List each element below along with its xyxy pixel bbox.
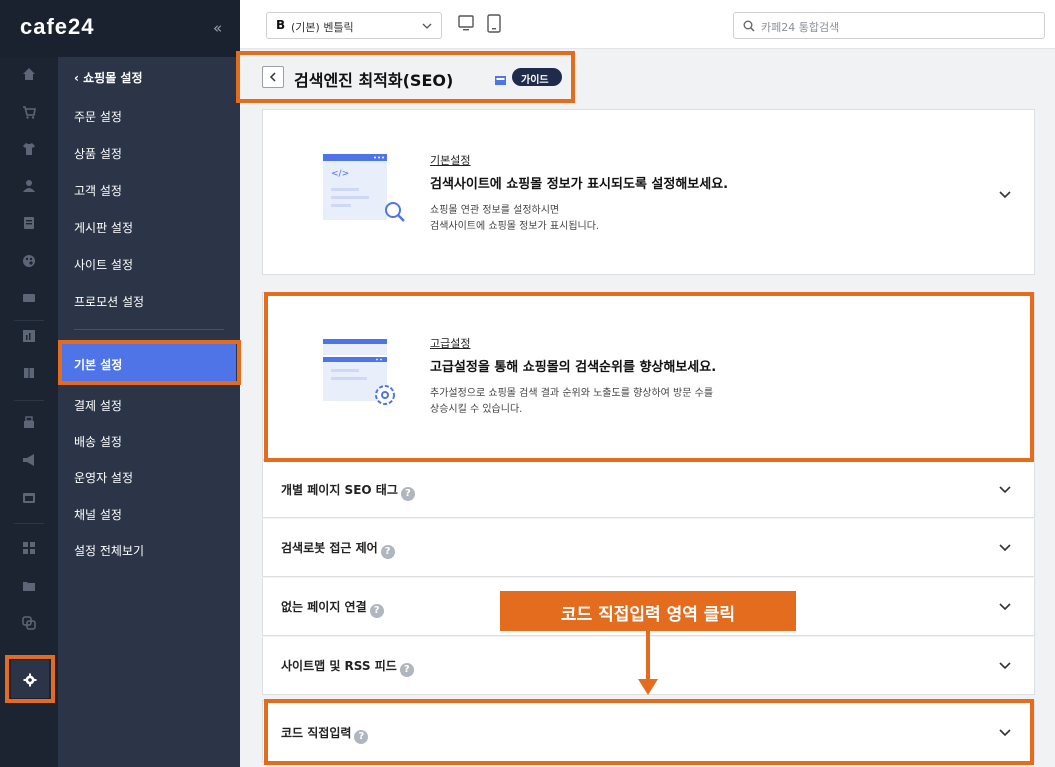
nav-item[interactable]: 주문 설정 [74, 108, 122, 125]
chevron-left-icon [269, 72, 276, 82]
accordion-row-robots[interactable]: 검색로봇 접근 제어? [262, 519, 1035, 577]
nav-item[interactable]: 게시판 설정 [74, 219, 133, 236]
advanced-settings-card[interactable]: 고급설정 고급설정을 통해 쇼핑몰의 검색순위를 향상해보세요. 추가설정으로 … [262, 292, 1035, 460]
accordion-row-code-input[interactable]: 코드 직접입력? [262, 700, 1035, 762]
callout-banner: 코드 직접입력 영역 클릭 [500, 591, 796, 631]
accordion-row-seo-tags[interactable]: 개별 페이지 SEO 태그? [262, 460, 1035, 518]
icon-rail [0, 0, 58, 767]
back-to-shop-settings[interactable]: ‹ 쇼핑몰 설정 [74, 69, 143, 86]
seo-code-illustration: </> [323, 154, 405, 222]
settings-nav: ‹ 쇼핑몰 설정 주문 설정 상품 설정 고객 설정 게시판 설정 사이트 설정… [58, 57, 240, 767]
help-icon[interactable]: ? [354, 730, 369, 744]
help-icon[interactable]: ? [400, 487, 415, 501]
basic-settings-card[interactable]: </> 기본설정 검색사이트에 쇼핑몰 정보가 표시되도록 설정해보세요. 쇼핑… [262, 109, 1035, 275]
help-icon[interactable]: ? [369, 604, 384, 618]
page-title: 검색엔진 최적화(SEO) [294, 71, 454, 90]
cafe24-logo[interactable]: cafe24 [20, 14, 95, 40]
card-desc: 검색사이트에 쇼핑몰 정보가 표시됩니다. [430, 221, 600, 232]
megaphone-icon[interactable] [21, 452, 37, 468]
nav-item[interactable]: 운영자 설정 [74, 469, 133, 486]
gear-icon [23, 672, 37, 687]
svg-text:</>: </> [331, 169, 349, 179]
settings-illustration [323, 339, 395, 405]
help-icon[interactable]: ? [399, 663, 414, 677]
chevron-down-icon[interactable] [998, 600, 1012, 614]
card-tag: 기본설정 [430, 154, 471, 167]
mobile-view-icon[interactable] [487, 14, 501, 37]
home-icon[interactable] [21, 66, 37, 82]
user-icon[interactable] [21, 178, 37, 194]
search-input[interactable]: 카페24 통합검색 [761, 19, 839, 35]
copy-icon[interactable] [21, 615, 37, 631]
nav-item[interactable]: 설정 전체보기 [74, 542, 144, 559]
top-header: B (기본) 벤틀릭 카페24 통합검색 [240, 0, 1055, 49]
nav-item[interactable]: 결제 설정 [74, 397, 122, 414]
double-chevron-left-icon[interactable]: « [213, 19, 222, 37]
theme-select[interactable]: B (기본) 벤틀릭 [266, 12, 442, 39]
theme-select-value: (기본) 벤틀릭 [291, 21, 354, 34]
card-title: 검색사이트에 쇼핑몰 정보가 표시되도록 설정해보세요. [430, 177, 729, 192]
row-label: 사이트맵 및 RSS 피드 [281, 659, 397, 673]
page-title-bar: 검색엔진 최적화(SEO) 가이드 [262, 62, 572, 92]
nav-item-basic-settings[interactable]: 기본 설정 [62, 344, 236, 382]
apps-icon[interactable] [21, 540, 37, 556]
callout-text: 코드 직접입력 영역 클릭 [560, 605, 736, 625]
card-desc: 추가설정으로 쇼핑몰 검색 결과 순위와 노출도를 향상하여 방문 수를 [430, 388, 714, 399]
row-label: 없는 페이지 연결 [281, 600, 367, 614]
nav-item[interactable]: 사이트 설정 [74, 256, 133, 273]
nav-item[interactable]: 채널 설정 [74, 506, 122, 523]
ad-icon[interactable] [21, 290, 37, 306]
theme-badge: B [276, 18, 286, 32]
nav-item-label: 기본 설정 [74, 358, 123, 372]
card-desc: 쇼핑몰 연관 정보를 설정하시면 [430, 205, 560, 216]
global-search[interactable]: 카페24 통합검색 [733, 12, 1045, 39]
chevron-down-icon [422, 23, 432, 29]
book-icon[interactable] [21, 365, 37, 381]
shirt-icon[interactable] [21, 141, 37, 157]
row-label: 개별 페이지 SEO 태그 [281, 483, 398, 497]
chevron-down-icon[interactable] [998, 659, 1012, 673]
card-title: 고급설정을 통해 쇼핑몰의 검색순위를 향상해보세요. [430, 360, 717, 375]
store-icon[interactable] [21, 414, 37, 430]
palette-icon[interactable] [21, 253, 37, 269]
window-icon[interactable] [21, 490, 37, 506]
store-guide-icon[interactable] [494, 71, 507, 85]
folder-icon[interactable] [21, 578, 37, 594]
row-label: 코드 직접입력 [281, 726, 352, 740]
chevron-down-icon[interactable] [998, 188, 1012, 202]
nav-item[interactable]: 배송 설정 [74, 433, 122, 450]
help-icon[interactable]: ? [380, 545, 395, 559]
desktop-view-icon[interactable] [458, 15, 474, 37]
search-icon [743, 20, 755, 32]
chevron-down-icon[interactable] [998, 483, 1012, 497]
nav-item[interactable]: 프로모션 설정 [74, 293, 144, 310]
card-desc: 상승시킬 수 있습니다. [430, 404, 523, 415]
stats-icon[interactable] [21, 328, 37, 344]
board-icon[interactable] [21, 215, 37, 231]
nav-item[interactable]: 상품 설정 [74, 145, 122, 162]
callout-arrow-head [638, 679, 658, 695]
nav-item[interactable]: 고객 설정 [74, 182, 122, 199]
callout-arrow-line [646, 631, 650, 681]
card-tag: 고급설정 [430, 337, 471, 350]
logo-bar: cafe24 « [0, 0, 240, 57]
guide-badge[interactable]: 가이드 [512, 68, 562, 86]
chevron-down-icon[interactable] [998, 541, 1012, 555]
guide-label: 가이드 [521, 75, 549, 86]
settings-button[interactable] [11, 660, 49, 698]
back-button[interactable] [262, 66, 284, 88]
cart-icon[interactable] [21, 104, 37, 120]
row-label: 검색로봇 접근 제어 [281, 541, 378, 555]
chevron-down-icon[interactable] [998, 726, 1012, 740]
